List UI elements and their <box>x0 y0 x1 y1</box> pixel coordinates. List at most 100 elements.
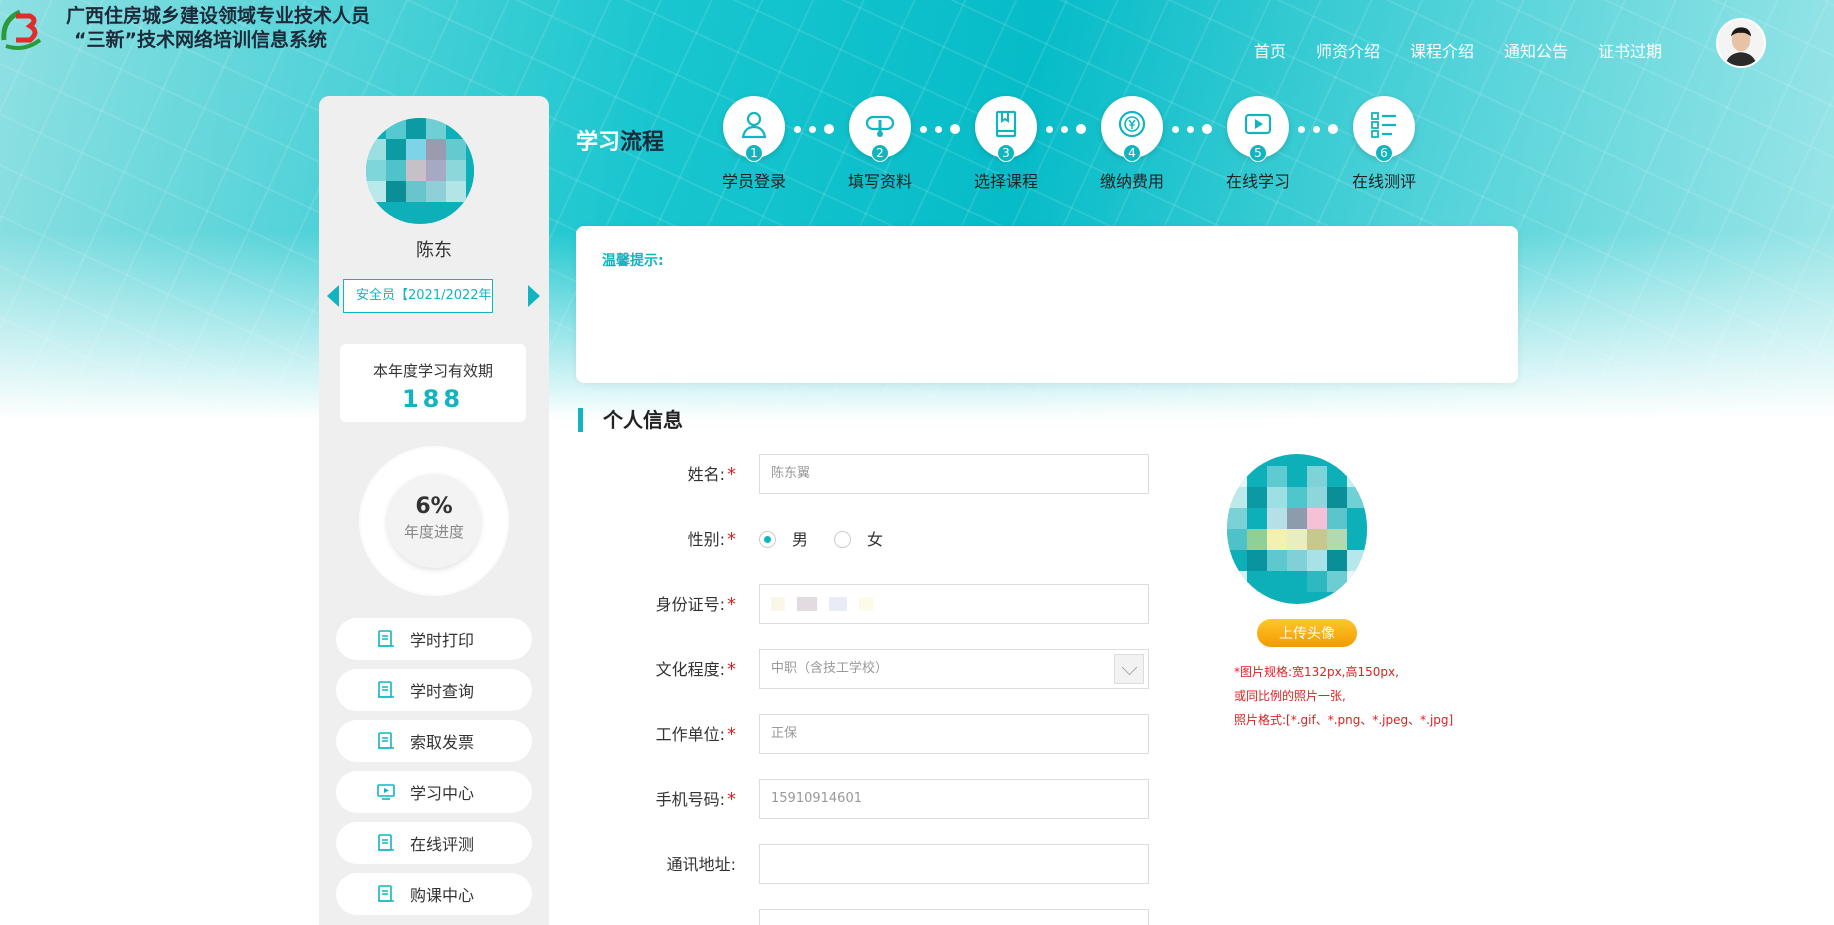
step-circle: 3 <box>975 96 1037 162</box>
course-next-arrow[interactable] <box>528 285 540 307</box>
step-number: 5 <box>1249 144 1267 162</box>
sidebar-menu: 学时打印 学时查询 索取发票 学习中心 在线评测 购课中心 <box>336 618 532 924</box>
address-label: 通讯地址: <box>666 855 736 874</box>
steps-title-part1: 学习 <box>576 130 621 155</box>
step-circle: 1 <box>723 96 785 162</box>
annual-progress-inner: 6% 年度进度 <box>387 474 481 568</box>
employer-field[interactable]: 正保 <box>759 714 1149 754</box>
yuan-coin-icon <box>1118 110 1146 138</box>
form-row-gender: 性别: * 男 女 <box>600 519 1160 561</box>
user-avatar-icon <box>1718 20 1764 66</box>
document-icon <box>378 885 394 902</box>
step-number: 4 <box>1123 144 1141 162</box>
gender-male-label: 男 <box>792 530 809 549</box>
step-number: 1 <box>745 144 763 162</box>
gender-male-radio[interactable] <box>759 531 776 548</box>
step-pay-fee[interactable]: 4 缴纳费用 <box>1077 96 1187 192</box>
course-selector[interactable]: 安全员【2021/2022年补 <box>343 279 493 313</box>
phone-field[interactable]: 15910914601 <box>759 779 1149 819</box>
step-online-study[interactable]: 5 在线学习 <box>1203 96 1313 192</box>
nav-teachers[interactable]: 师资介绍 <box>1316 38 1380 62</box>
site-title-line2: “三新”技术网络培训信息系统 <box>74 29 327 51</box>
education-value: 中职（含技工学校） <box>771 661 889 676</box>
nav-cert-expired[interactable]: 证书过期 <box>1598 38 1662 62</box>
sidebar-item-buy-course[interactable]: 购课中心 <box>336 873 532 915</box>
id-label: 身份证号: * <box>655 594 736 615</box>
gender-female-radio[interactable] <box>834 531 851 548</box>
profile-name: 陈东 <box>416 240 452 261</box>
document-icon <box>378 732 394 749</box>
step-number: 2 <box>871 144 889 162</box>
form-row-education: 文化程度: * 中职（含技工学校） <box>600 649 1160 691</box>
document-icon <box>378 630 394 647</box>
form-row-phone: 手机号码: * 15910914601 <box>600 779 1160 821</box>
steps-title: 学习流程 <box>576 124 664 156</box>
step-label: 选择课程 <box>973 172 1038 191</box>
sidebar-item-label: 索取发票 <box>410 733 475 752</box>
annual-progress-ring: 6% 年度进度 <box>359 446 509 596</box>
step-circle: 2 <box>849 96 911 162</box>
name-label: 姓名: * <box>687 464 736 485</box>
profile-avatar-pixelated <box>366 118 474 224</box>
education-select[interactable]: 中职（含技工学校） <box>759 649 1149 689</box>
user-icon <box>741 111 767 139</box>
form-row-name: 姓名: * 陈东翼 <box>600 454 1160 496</box>
photo-tip-line3: 照片格式:[*.gif、*.png、*.jpeg、*.jpg] <box>1234 713 1454 727</box>
gender-label: 性别: * <box>687 529 736 550</box>
step-label: 在线测评 <box>1351 172 1416 191</box>
form-row-next <box>600 909 1160 925</box>
step-fill-info[interactable]: 2 填写资料 <box>825 96 935 192</box>
document-icon <box>378 834 394 851</box>
step-number: 6 <box>1375 144 1393 162</box>
sidebar-item-online-test[interactable]: 在线评测 <box>336 822 532 864</box>
step-label: 填写资料 <box>847 172 912 191</box>
sidebar-item-label: 学时打印 <box>410 631 475 650</box>
name-field[interactable]: 陈东翼 <box>759 454 1149 494</box>
chevron-down-icon[interactable] <box>1114 654 1144 684</box>
sidebar-item-hours-print[interactable]: 学时打印 <box>336 618 532 660</box>
validity-days: 188 <box>401 385 465 413</box>
sidebar-item-study-center[interactable]: 学习中心 <box>336 771 532 813</box>
validity-card: 本年度学习有效期 188 <box>340 344 526 422</box>
step-circle: 5 <box>1227 96 1289 162</box>
sidebar-item-label: 学时查询 <box>410 682 475 701</box>
form-row-address: 通讯地址: <box>600 844 1160 886</box>
upload-avatar-button[interactable]: 上传头像 <box>1257 619 1357 647</box>
step-label: 在线学习 <box>1225 172 1290 191</box>
form-row-employer: 工作单位: * 正保 <box>600 714 1160 756</box>
annual-progress-label: 年度进度 <box>403 523 464 541</box>
address-field[interactable] <box>759 844 1149 884</box>
site-title: 广西住房城乡建设领域专业技术人员 “三新”技术网络培训信息系统 <box>66 4 370 52</box>
play-icon <box>1244 113 1272 135</box>
book-icon <box>995 110 1017 138</box>
next-field[interactable] <box>759 909 1149 925</box>
sidebar-item-hours-query[interactable]: 学时查询 <box>336 669 532 711</box>
sidebar-item-label: 在线评测 <box>410 835 475 854</box>
id-field[interactable] <box>759 584 1149 624</box>
list-check-icon <box>1371 112 1396 138</box>
step-number: 3 <box>997 144 1015 162</box>
sidebar-item-invoice[interactable]: 索取发票 <box>336 720 532 762</box>
nav-home[interactable]: 首页 <box>1254 38 1286 62</box>
phone-label: 手机号码: * <box>655 789 736 810</box>
sidebar-item-label: 学习中心 <box>410 784 475 803</box>
step-online-test[interactable]: 6 在线测评 <box>1329 96 1439 192</box>
step-login[interactable]: 1 学员登录 <box>699 96 809 192</box>
edit-icon <box>865 115 895 137</box>
step-choose-course[interactable]: 3 选择课程 <box>951 96 1061 192</box>
tips-title: 温馨提示: <box>602 253 664 269</box>
site-title-line1: 广西住房城乡建设领域专业技术人员 <box>66 5 371 27</box>
step-label: 学员登录 <box>721 172 786 191</box>
site-logo-icon <box>1 9 42 50</box>
tips-panel: 温馨提示: <box>576 226 1518 383</box>
user-avatar[interactable] <box>1716 18 1766 68</box>
play-screen-icon <box>377 784 395 800</box>
nav-courses[interactable]: 课程介绍 <box>1410 38 1474 62</box>
gender-female-label: 女 <box>867 530 884 549</box>
nav-notices[interactable]: 通知公告 <box>1504 38 1568 62</box>
course-prev-arrow[interactable] <box>327 285 339 307</box>
form-row-id: 身份证号: * <box>600 584 1160 626</box>
employer-label: 工作单位: * <box>655 724 736 745</box>
sidebar: 陈东 安全员【2021/2022年补 本年度学习有效期 188 6% 年度进度 … <box>319 96 549 925</box>
annual-progress-percent: 6% <box>415 494 453 519</box>
